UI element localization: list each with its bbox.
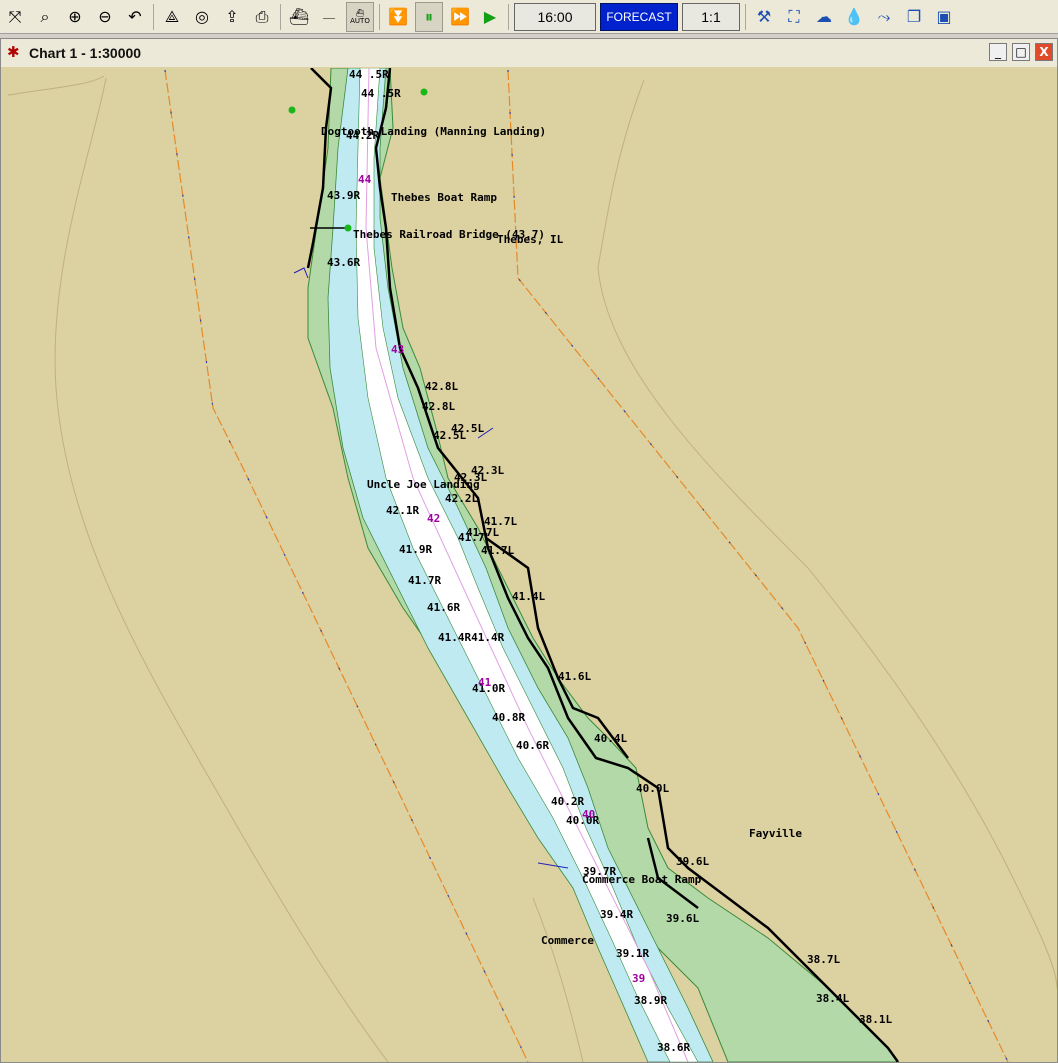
toolbar-divider: [153, 3, 154, 30]
chart-label-m38-1l: 38.1L: [859, 1013, 893, 1026]
export-icon[interactable]: ⇪: [219, 4, 245, 30]
river-mile-rm-43: 43: [391, 343, 405, 356]
chart-label-m41-6l: 41.6L: [558, 670, 592, 683]
chart-label-m41-4r: 41.4R41.4R: [438, 631, 505, 644]
toolbar-divider: [280, 3, 281, 30]
river-mile-rm-39: 39: [632, 972, 646, 985]
chart-label-m44-5r-b: 44 .5R: [361, 87, 401, 100]
chart-label-m44-2r: 44.2R: [346, 129, 380, 142]
chart-label-m40-6r: 40.6R: [516, 739, 550, 752]
chart-icon[interactable]: ⛶: [781, 4, 807, 30]
chart-label-m39-1r: 39.1R: [616, 947, 650, 960]
river-mile-rm-42: 42: [427, 512, 441, 525]
route-icon[interactable]: ⤳: [871, 4, 897, 30]
chart-label-m40-4l: 40.4L: [594, 732, 628, 745]
chart-label-m40-8r: 40.8R: [492, 711, 526, 724]
maximize-button[interactable]: □: [1012, 43, 1030, 61]
fast-forward-icon[interactable]: ⏩: [447, 4, 473, 30]
scale-display[interactable]: 1:1: [682, 2, 740, 31]
toolbar-divider: [745, 3, 746, 30]
chart-label-fayville: Fayville: [749, 827, 802, 840]
chart-label-thebes-il: Thebes, IL: [497, 233, 564, 246]
contour-lines: [8, 75, 1057, 1062]
chart-label-m40-2r: 40.2R: [551, 795, 585, 808]
forecast-button[interactable]: FORECAST: [600, 2, 678, 31]
play-icon[interactable]: ▶: [477, 4, 503, 30]
weather-icon[interactable]: ☁: [811, 4, 837, 30]
toolbar: ⤧ ⌕ ⊕ ⊖ ↶ ⟁ ◎ ⇪ ⎙ ⛴ ⏤ ⛴ AUTO ⏬ ⏸ ⏩ ▶ 16:…: [0, 0, 1058, 34]
auto-label: AUTO: [350, 16, 370, 25]
chart-label-m38-9r: 38.9R: [634, 994, 668, 1007]
chart-label-m41-9r: 41.9R: [399, 543, 433, 556]
boat-icon[interactable]: ⛴: [286, 4, 312, 30]
chart-label-m44-5r-a: 44 .5R: [349, 68, 389, 81]
copy-icon[interactable]: ❐: [901, 4, 927, 30]
chart-label-commerce-ramp: Commerce Boat Ramp: [582, 873, 702, 886]
print-icon[interactable]: ⎙: [249, 4, 275, 30]
app-icon: ✱: [7, 43, 20, 61]
chart-label-commerce: Commerce: [541, 934, 594, 947]
pause-icon[interactable]: ⏸: [415, 1, 443, 32]
river-mile-rm-40: 40: [582, 808, 596, 821]
chart-label-m43-9r: 43.9R: [327, 189, 361, 202]
chart-label-m38-7l: 38.7L: [807, 953, 841, 966]
chart-label-m42-1r: 42.1R: [386, 504, 420, 517]
river-mile-rm-44: 44: [358, 173, 372, 186]
chart-label-m42-8l-a: 42.8L: [425, 380, 459, 393]
chart-label-m41-7l-c: 41.7L: [458, 531, 492, 544]
fit-icon[interactable]: ⤧: [2, 4, 28, 30]
chart-label-m40-0l: 40.0L: [636, 782, 670, 795]
chart-label-m39-6l-a: 39.6L: [676, 855, 710, 868]
toolbar-divider: [379, 3, 380, 30]
chart-label-thebes-ramp: Thebes Boat Ramp: [391, 191, 497, 204]
chart-map[interactable]: 44 .5R 44 .5R Dogtooth Landing (Manning La…: [8, 68, 1057, 1062]
chart-label-m41-4l: 41.4L: [512, 590, 546, 603]
chart-label-m41-7r: 41.7R: [408, 574, 442, 587]
close-button[interactable]: X: [1035, 43, 1053, 61]
chart-label-m42-2l: 42.2L: [445, 492, 479, 505]
chart-label-m42-8l-b: 42.8L: [422, 400, 456, 413]
chart-window: ✱ Chart 1 - 1:30000 _ □ X 44 .5R 44 .5R …: [0, 38, 1058, 1063]
zoom-out-icon[interactable]: ⊖: [92, 4, 118, 30]
chart-label-m43-6r: 43.6R: [327, 256, 361, 269]
tools-icon[interactable]: ⚒: [751, 4, 777, 30]
compass-icon[interactable]: ⟁: [159, 4, 185, 30]
zoom-box-icon[interactable]: ⌕: [32, 4, 58, 30]
auto-boat-glyph: ⛴: [355, 8, 365, 17]
target-icon[interactable]: ◎: [189, 4, 215, 30]
chart-label-m42-5l-b: 42.5L: [433, 429, 467, 442]
chart-label-m39-6l-b: 39.6L: [666, 912, 700, 925]
windows-icon[interactable]: ▣: [931, 4, 957, 30]
minimize-button[interactable]: _: [989, 43, 1007, 61]
toolbar-divider: [508, 3, 509, 30]
river-mile-rm-41: 41: [478, 676, 492, 689]
chart-graphics: [8, 68, 1057, 1062]
chart-label-m39-4r: 39.4R: [600, 908, 634, 921]
time-display[interactable]: 16:00: [514, 2, 596, 31]
chart-label-m41-7l-d: 41.7L: [481, 544, 515, 557]
undo-icon[interactable]: ↶: [122, 4, 148, 30]
zoom-in-icon[interactable]: ⊕: [62, 4, 88, 30]
auto-boat-icon[interactable]: ⛴ AUTO: [346, 1, 374, 32]
track-icon[interactable]: ⏤: [316, 4, 342, 30]
chart-label-m41-6r: 41.6R: [427, 601, 461, 614]
window-title: Chart 1 - 1:30000: [29, 45, 142, 61]
chart-label-m38-4l: 38.4L: [816, 992, 850, 1005]
chart-label-m38-6r: 38.6R: [657, 1041, 691, 1054]
chart-label-uncle-joe: Uncle Joe Landing: [367, 478, 480, 491]
title-bar[interactable]: ✱ Chart 1 - 1:30000 _ □ X: [1, 39, 1057, 67]
down-icon[interactable]: ⏬: [385, 4, 411, 30]
water-icon[interactable]: 💧: [841, 4, 867, 30]
